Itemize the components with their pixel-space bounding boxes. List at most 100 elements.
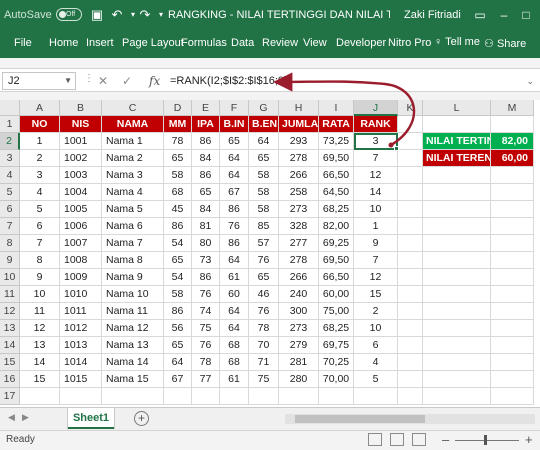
cell-ipa[interactable]: 76	[192, 337, 220, 354]
empty-cell-l1[interactable]	[423, 116, 491, 133]
empty-cell-l12[interactable]	[423, 303, 491, 320]
cell-nis[interactable]: 1010	[60, 286, 102, 303]
cell-b-in[interactable]: 64	[220, 150, 249, 167]
cell-jumlah[interactable]: 258	[279, 184, 319, 201]
cell-b-in[interactable]: 61	[220, 371, 249, 388]
zoom-out-icon[interactable]: –	[442, 432, 449, 447]
row-header-16[interactable]: 16	[0, 371, 20, 388]
cell-nama[interactable]: Nama 13	[102, 337, 164, 354]
min-score-value[interactable]: 60,00	[491, 150, 534, 167]
cell-b-in[interactable]: 76	[220, 218, 249, 235]
cell-b-in[interactable]: 86	[220, 201, 249, 218]
empty-cell-k15[interactable]	[398, 354, 423, 371]
cell-rata[interactable]: 70,00	[319, 371, 354, 388]
share-button[interactable]: ⚇ Share	[484, 33, 534, 55]
zoom-slider-handle[interactable]	[484, 435, 487, 445]
empty-cell-m11[interactable]	[491, 286, 534, 303]
formula-input[interactable]: =RANK(I2;$I$2:$I$16;0)	[170, 72, 288, 90]
cell-mm[interactable]: 64	[164, 354, 192, 371]
empty-cell-l13[interactable]	[423, 320, 491, 337]
fill-handle[interactable]	[394, 146, 399, 151]
cell-mm[interactable]: 65	[164, 337, 192, 354]
row-header-15[interactable]: 15	[0, 354, 20, 371]
cell-no[interactable]: 2	[20, 150, 60, 167]
cell-b-in[interactable]: 64	[220, 252, 249, 269]
cell-no[interactable]: 6	[20, 218, 60, 235]
column-header-g[interactable]: G	[249, 100, 279, 116]
add-sheet-icon[interactable]: +	[134, 411, 149, 426]
enter-check-icon[interactable]: ✓	[122, 72, 132, 90]
empty-cell-j17[interactable]	[354, 388, 398, 405]
cell-nama[interactable]: Nama 1	[102, 133, 164, 150]
cell-jumlah[interactable]: 240	[279, 286, 319, 303]
empty-cell-l8[interactable]	[423, 235, 491, 252]
empty-cell-m9[interactable]	[491, 252, 534, 269]
minimize-icon[interactable]: –	[492, 0, 516, 30]
cell-rata[interactable]: 82,00	[319, 218, 354, 235]
cell-nama[interactable]: Nama 7	[102, 235, 164, 252]
empty-cell-m4[interactable]	[491, 167, 534, 184]
cell-rank[interactable]: 5	[354, 371, 398, 388]
scroll-left-icon[interactable]: ◀	[8, 412, 15, 423]
cell-nis[interactable]: 1015	[60, 371, 102, 388]
cell-mm[interactable]: 68	[164, 184, 192, 201]
cell-rata[interactable]: 70,25	[319, 354, 354, 371]
cell-b-in[interactable]: 60	[220, 286, 249, 303]
empty-cell-k8[interactable]	[398, 235, 423, 252]
empty-cell-k5[interactable]	[398, 184, 423, 201]
cell-b-en[interactable]: 58	[249, 167, 279, 184]
empty-cell-k14[interactable]	[398, 337, 423, 354]
cell-mm[interactable]: 54	[164, 269, 192, 286]
empty-cell-m15[interactable]	[491, 354, 534, 371]
header-cell-b-in[interactable]: B.IN	[220, 116, 249, 133]
tab-formulas[interactable]: Formulas	[181, 37, 227, 49]
user-name[interactable]: Zaki Fitriadi	[404, 0, 461, 30]
empty-cell-k7[interactable]	[398, 218, 423, 235]
horizontal-scrollbar[interactable]	[285, 414, 535, 424]
cell-b-en[interactable]: 64	[249, 133, 279, 150]
cell-nama[interactable]: Nama 10	[102, 286, 164, 303]
empty-cell-k1[interactable]	[398, 116, 423, 133]
cell-rank[interactable]: 1	[354, 218, 398, 235]
tab-nitro-pro[interactable]: Nitro Pro	[388, 37, 431, 49]
row-header-7[interactable]: 7	[0, 218, 20, 235]
cell-nis[interactable]: 1004	[60, 184, 102, 201]
column-header-a[interactable]: A	[20, 100, 60, 116]
cell-nis[interactable]: 1014	[60, 354, 102, 371]
tab-insert[interactable]: Insert	[86, 37, 114, 49]
cell-b-en[interactable]: 65	[249, 150, 279, 167]
header-cell-no[interactable]: NO	[20, 116, 60, 133]
cell-nama[interactable]: Nama 8	[102, 252, 164, 269]
header-cell-jumlah[interactable]: JUMLAH	[279, 116, 319, 133]
max-score-value[interactable]: 82,00	[491, 133, 534, 150]
empty-cell-l15[interactable]	[423, 354, 491, 371]
cell-jumlah[interactable]: 277	[279, 235, 319, 252]
cell-nama[interactable]: Nama 5	[102, 201, 164, 218]
tab-sheet1[interactable]: Sheet1	[68, 408, 114, 429]
row-header-5[interactable]: 5	[0, 184, 20, 201]
empty-cell-k6[interactable]	[398, 201, 423, 218]
empty-cell-b17[interactable]	[60, 388, 102, 405]
header-cell-ipa[interactable]: IPA	[192, 116, 220, 133]
chevron-down-icon[interactable]: ▼	[64, 73, 72, 89]
empty-cell-a17[interactable]	[20, 388, 60, 405]
tab-view[interactable]: View	[303, 37, 327, 49]
row-header-2[interactable]: 2	[0, 133, 20, 150]
empty-cell-m8[interactable]	[491, 235, 534, 252]
empty-cell-m5[interactable]	[491, 184, 534, 201]
empty-cell-k10[interactable]	[398, 269, 423, 286]
cell-nama[interactable]: Nama 2	[102, 150, 164, 167]
cell-nis[interactable]: 1001	[60, 133, 102, 150]
cell-jumlah[interactable]: 266	[279, 167, 319, 184]
cell-nis[interactable]: 1002	[60, 150, 102, 167]
cell-no[interactable]: 14	[20, 354, 60, 371]
row-header-3[interactable]: 3	[0, 150, 20, 167]
cell-mm[interactable]: 45	[164, 201, 192, 218]
formula-bar-splitter-icon[interactable]: ⋮	[84, 73, 94, 84]
scroll-right-icon[interactable]: ▶	[22, 412, 29, 423]
cell-no[interactable]: 11	[20, 303, 60, 320]
empty-cell-l17[interactable]	[423, 388, 491, 405]
row-header-1[interactable]: 1	[0, 116, 20, 133]
cell-jumlah[interactable]: 278	[279, 252, 319, 269]
cell-b-en[interactable]: 58	[249, 184, 279, 201]
